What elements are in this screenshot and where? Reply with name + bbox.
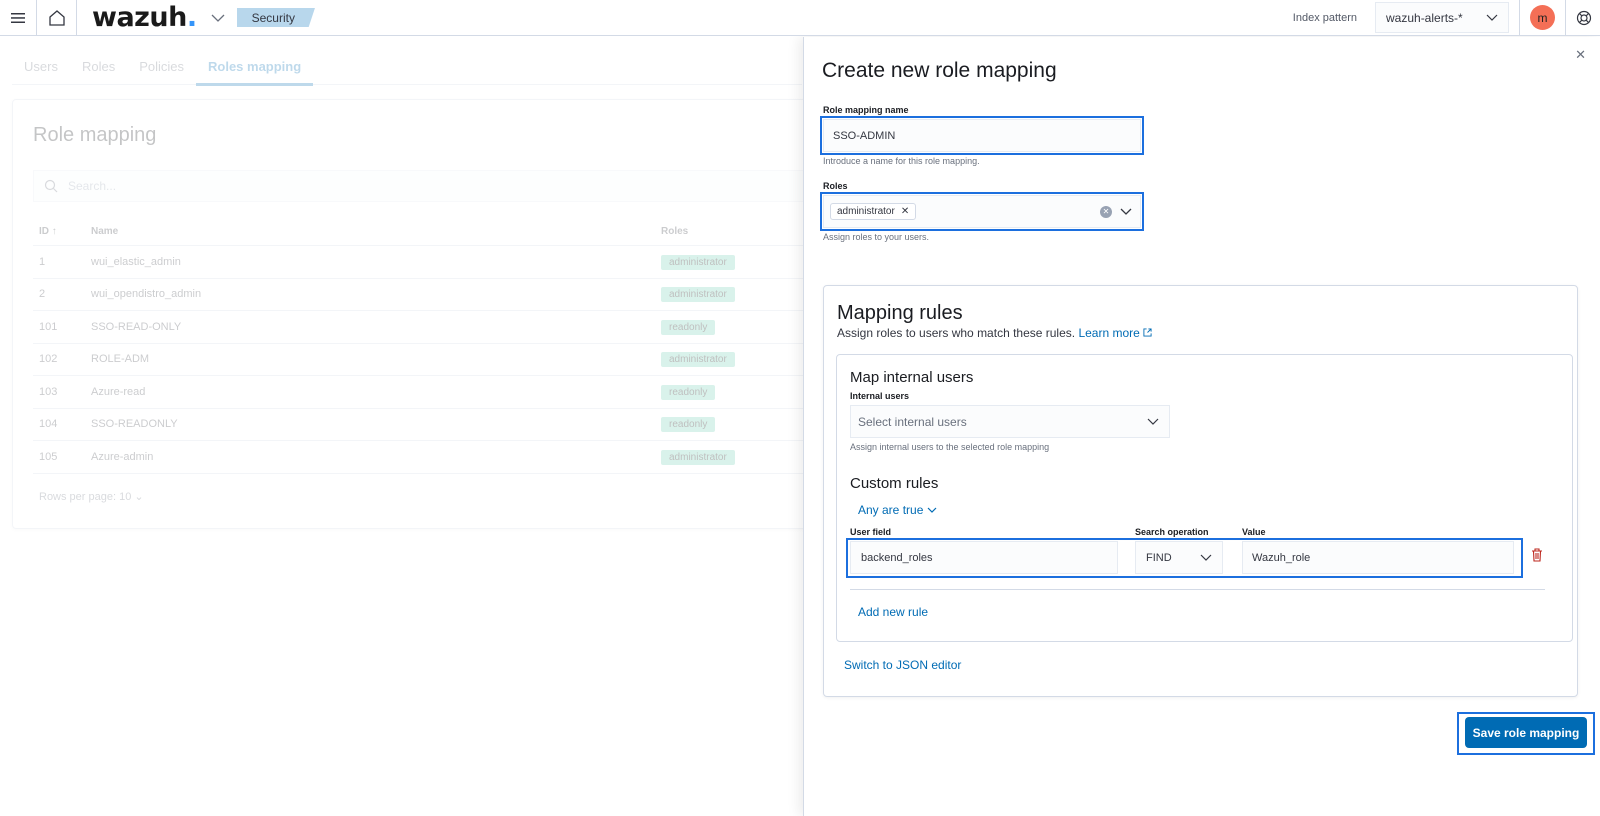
role-badge: readonly bbox=[661, 417, 716, 433]
home-button[interactable] bbox=[37, 0, 77, 36]
search-operation-label: Search operation bbox=[1135, 527, 1209, 537]
menu-button[interactable] bbox=[0, 0, 37, 36]
tab-roles-mapping[interactable]: Roles mapping bbox=[196, 47, 314, 86]
role-mapping-name-input[interactable]: SSO-ADMIN bbox=[823, 119, 1141, 152]
focus-highlight: Save role mapping bbox=[1457, 712, 1595, 755]
index-pattern-select[interactable]: wazuh-alerts-* bbox=[1375, 2, 1509, 33]
table-row[interactable]: 104 SSO-READONLY readonly bbox=[33, 409, 813, 441]
roles-help-text: Assign roles to your users. bbox=[823, 232, 930, 242]
user-avatar[interactable]: m bbox=[1530, 5, 1555, 30]
internal-users-label: Internal users bbox=[850, 391, 910, 401]
panel-title: Role mapping bbox=[33, 124, 157, 146]
chevron-down-icon bbox=[1147, 418, 1159, 425]
role-mapping-table: ID ↑ Name Roles 1 wui_elastic_admin admini… bbox=[33, 218, 813, 474]
role-badge: administrator bbox=[661, 449, 735, 465]
value-label: Value bbox=[1242, 527, 1266, 537]
roles-label: Roles bbox=[823, 181, 848, 191]
column-id[interactable]: ID ↑ bbox=[33, 226, 91, 237]
internal-users-select[interactable]: Select internal users bbox=[850, 405, 1170, 438]
breadcrumb-security[interactable]: Security bbox=[236, 8, 315, 27]
role-badge: administrator bbox=[661, 352, 735, 368]
search-input[interactable]: Search... bbox=[33, 170, 813, 202]
role-badge: administrator bbox=[661, 287, 735, 303]
mapping-rules-title: Mapping rules bbox=[837, 302, 963, 324]
rows-per-page-select[interactable]: Rows per page: 10 ⌄ bbox=[39, 490, 144, 503]
roles-combobox[interactable]: administrator ✕ ✕ bbox=[823, 195, 1141, 228]
map-internal-users-title: Map internal users bbox=[850, 369, 974, 386]
security-tabs: Users Roles Policies Roles mapping bbox=[12, 47, 802, 86]
trash-icon[interactable] bbox=[1531, 548, 1543, 562]
role-badge: administrator bbox=[661, 254, 735, 270]
table-row[interactable]: 102 ROLE-ADM administrator bbox=[33, 344, 813, 376]
table-header: ID ↑ Name Roles bbox=[33, 218, 813, 246]
hamburger-icon bbox=[11, 12, 25, 23]
table-row[interactable]: 105 Azure-admin administrator bbox=[33, 441, 813, 474]
add-new-rule-link[interactable]: Add new rule bbox=[858, 605, 928, 619]
search-operation-select[interactable]: FIND bbox=[1135, 541, 1223, 574]
learn-more-link[interactable]: Learn more bbox=[1078, 326, 1152, 340]
name-help-text: Introduce a name for this role mapping. bbox=[823, 156, 980, 166]
flyout-title: Create new role mapping bbox=[822, 59, 1057, 82]
save-role-mapping-button[interactable]: Save role mapping bbox=[1465, 717, 1587, 748]
table-row[interactable]: 2 wui_opendistro_admin administrator bbox=[33, 279, 813, 311]
table-row[interactable]: 103 Azure-read readonly bbox=[33, 376, 813, 409]
divider bbox=[1565, 0, 1566, 36]
divider bbox=[1519, 0, 1520, 36]
help-lifebuoy-icon[interactable] bbox=[1576, 10, 1592, 26]
home-icon bbox=[48, 9, 65, 26]
role-badge: readonly bbox=[661, 384, 716, 400]
table-row[interactable]: 1 wui_elastic_admin administrator bbox=[33, 246, 813, 279]
chevron-down-icon bbox=[927, 507, 937, 513]
mapping-rules-subtitle: Assign roles to users who match these ru… bbox=[837, 326, 1152, 340]
index-pattern-label: Index pattern bbox=[1292, 11, 1357, 24]
value-input[interactable]: Wazuh_role bbox=[1242, 541, 1514, 574]
tab-users[interactable]: Users bbox=[12, 47, 70, 85]
user-field-input[interactable]: backend_roles bbox=[850, 541, 1118, 574]
user-field-label: User field bbox=[850, 527, 892, 537]
search-icon bbox=[44, 179, 58, 193]
role-mapping-panel: Role mapping Search... ID ↑ Name Roles 1… bbox=[12, 99, 813, 529]
role-pill-administrator: administrator ✕ bbox=[830, 203, 917, 220]
column-name[interactable]: Name bbox=[91, 226, 661, 237]
create-role-mapping-flyout: ✕ Create new role mapping Role mapping n… bbox=[803, 37, 1600, 816]
top-header: wazuh. Security Index pattern wazuh-aler… bbox=[0, 0, 1600, 36]
remove-role-icon[interactable]: ✕ bbox=[901, 206, 909, 217]
chevron-down-icon[interactable] bbox=[1120, 208, 1132, 216]
internal-users-help: Assign internal users to the selected ro… bbox=[850, 442, 1050, 452]
chevron-down-icon[interactable] bbox=[211, 13, 225, 23]
role-mapping-name-label: Role mapping name bbox=[823, 105, 909, 115]
role-badge: readonly bbox=[661, 319, 716, 335]
clear-icon[interactable]: ✕ bbox=[1100, 205, 1112, 218]
wazuh-logo[interactable]: wazuh. bbox=[92, 2, 197, 33]
column-roles: Roles bbox=[661, 226, 689, 237]
mapping-rules-panel: Mapping rules Assign roles to users who … bbox=[823, 285, 1578, 697]
close-icon[interactable]: ✕ bbox=[1575, 47, 1586, 63]
divider bbox=[850, 589, 1545, 590]
tab-roles[interactable]: Roles bbox=[70, 47, 127, 85]
tab-policies[interactable]: Policies bbox=[127, 47, 196, 85]
external-link-icon bbox=[1143, 328, 1152, 337]
rules-editor: Map internal users Internal users Select… bbox=[836, 354, 1573, 642]
switch-json-editor-link[interactable]: Switch to JSON editor bbox=[844, 658, 961, 672]
roles-mapping-page: Users Roles Policies Roles mapping Role … bbox=[0, 37, 813, 816]
rule-operator-dropdown[interactable]: Any are true bbox=[858, 503, 937, 517]
table-row[interactable]: 101 SSO-READ-ONLY readonly bbox=[33, 311, 813, 344]
chevron-down-icon bbox=[1200, 554, 1212, 561]
custom-rules-title: Custom rules bbox=[850, 475, 939, 492]
chevron-down-icon bbox=[1486, 14, 1498, 21]
